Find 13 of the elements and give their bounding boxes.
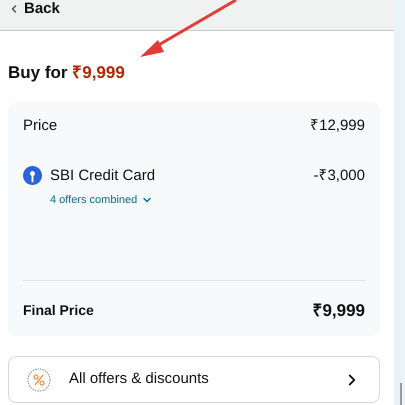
card-offer-label: SBI Credit Card — [50, 166, 156, 186]
final-price-label: Final Price — [23, 300, 94, 320]
back-button[interactable]: Back — [8, 1, 60, 16]
final-price-value: ₹9,999 — [312, 300, 365, 322]
percent-badge-icon — [27, 368, 51, 392]
all-offers-button[interactable]: All offers & discounts — [8, 356, 380, 403]
discount-value: -₹3,000 — [313, 166, 365, 186]
price-label: Price — [23, 116, 58, 136]
price-value: ₹12,999 — [310, 116, 365, 136]
scrollbar-thumb[interactable] — [400, 383, 402, 405]
offers-combined-toggle[interactable]: 4 offers combined — [50, 192, 156, 208]
buy-price-heading: Buy for ₹9,999 — [8, 62, 126, 84]
bank-logo-icon — [23, 166, 42, 186]
